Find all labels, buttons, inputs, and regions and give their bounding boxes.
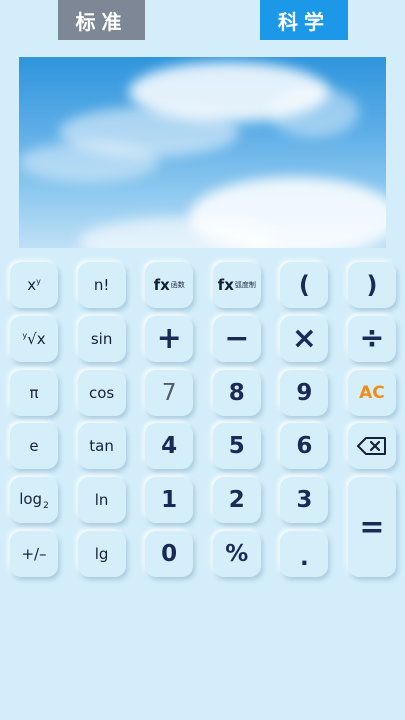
- ln-button[interactable]: ln: [77, 477, 126, 524]
- display-image: [19, 57, 386, 248]
- equals-button[interactable]: =: [347, 477, 396, 577]
- function-button[interactable]: fx 函数: [145, 262, 194, 308]
- e-button[interactable]: e: [10, 423, 58, 470]
- digit-5-button[interactable]: 5: [212, 423, 261, 470]
- backspace-button[interactable]: [347, 423, 396, 470]
- digit-8-button[interactable]: 8: [212, 369, 261, 416]
- minus-button[interactable]: −: [212, 315, 261, 362]
- sin-button[interactable]: sin: [77, 315, 126, 362]
- plus-button[interactable]: +: [145, 315, 194, 362]
- pi-button[interactable]: π: [10, 369, 58, 416]
- right-paren-button[interactable]: ): [347, 262, 396, 308]
- log2-button[interactable]: log2: [10, 477, 58, 524]
- multiply-button[interactable]: ×: [280, 315, 329, 362]
- tan-button[interactable]: tan: [77, 423, 126, 470]
- factorial-button[interactable]: n!: [77, 262, 126, 308]
- divide-button[interactable]: ÷: [347, 315, 396, 362]
- root-label: y√x: [22, 329, 46, 348]
- radian-mode-button[interactable]: fx 弧度制: [212, 262, 261, 308]
- digit-2-button[interactable]: 2: [212, 477, 261, 524]
- tab-standard[interactable]: 标准: [58, 0, 145, 40]
- negate-button[interactable]: +/–: [10, 530, 58, 577]
- digit-3-button[interactable]: 3: [280, 477, 329, 524]
- percent-button[interactable]: %: [212, 530, 261, 577]
- root-button[interactable]: y√x: [10, 315, 58, 362]
- keypad: xy n! fx 函数 fx 弧度制 ( ) y√x sin + − × ÷ π c…: [10, 262, 396, 577]
- all-clear-button[interactable]: AC: [347, 369, 396, 416]
- digit-1-button[interactable]: 1: [145, 477, 194, 524]
- lg-button[interactable]: lg: [77, 530, 126, 577]
- left-paren-button[interactable]: (: [280, 262, 329, 308]
- power-button[interactable]: xy: [10, 262, 58, 308]
- digit-6-button[interactable]: 6: [280, 423, 329, 470]
- tab-scientific[interactable]: 科学: [260, 0, 348, 40]
- backspace-icon: [356, 437, 386, 456]
- digit-7-button[interactable]: 7: [145, 369, 194, 416]
- log2-label: log2: [19, 489, 49, 511]
- power-label: xy: [27, 276, 41, 294]
- digit-9-button[interactable]: 9: [280, 369, 329, 416]
- digit-4-button[interactable]: 4: [145, 423, 194, 470]
- digit-0-button[interactable]: 0: [145, 530, 194, 577]
- cos-button[interactable]: cos: [77, 369, 126, 416]
- decimal-point-button[interactable]: .: [280, 530, 329, 577]
